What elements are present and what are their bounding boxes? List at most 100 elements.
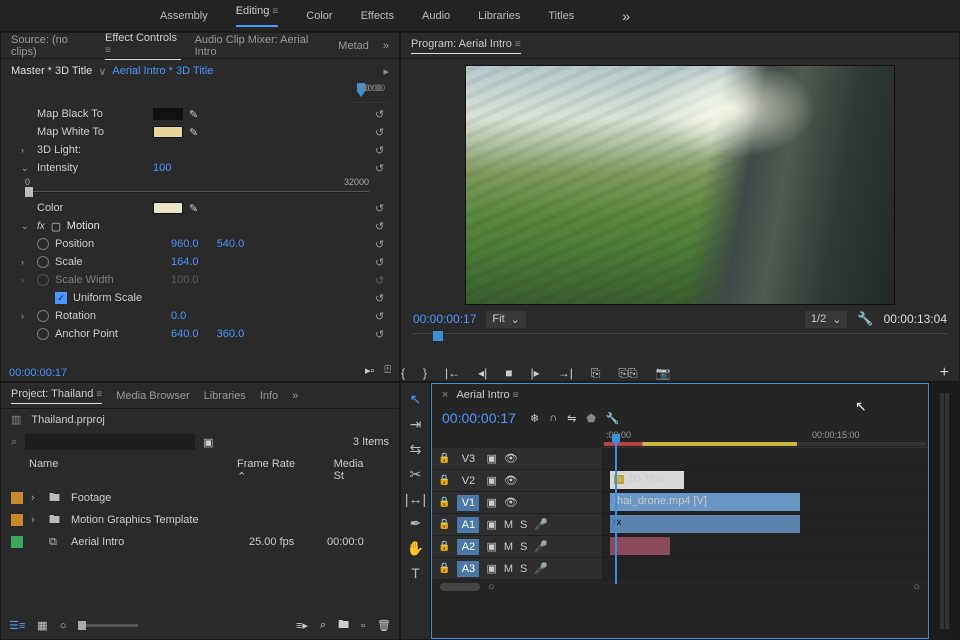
project-item-sequence[interactable]: ⧉Aerial Intro25.00 fps00:00:0 [1, 531, 399, 553]
color-swatch[interactable] [153, 202, 183, 214]
track-v3[interactable]: 🔒V3▣👁 [432, 448, 928, 470]
toggle-output-icon[interactable]: ▣ [486, 474, 496, 487]
position-y[interactable]: 540.0 [217, 238, 245, 250]
track-v2[interactable]: 🔒V2▣👁fx 3D Title [432, 470, 928, 492]
reset-icon[interactable]: ↺ [375, 256, 389, 269]
lock-icon[interactable]: 🔒 [438, 563, 450, 574]
eyedropper-icon[interactable]: ✎ [189, 126, 198, 139]
timeline-settings-icon[interactable]: ○ [913, 581, 920, 593]
step-back-icon[interactable]: ◂| [478, 366, 487, 380]
search-input[interactable] [25, 434, 195, 450]
trash-icon[interactable]: 🗑 [377, 619, 391, 632]
timeline-tc[interactable]: 00:00:00:17 [442, 410, 516, 426]
intensity-value[interactable]: 100 [153, 162, 171, 174]
clip-audio-2[interactable] [610, 537, 670, 555]
ws-titles[interactable]: Titles [548, 10, 574, 22]
collapse-icon[interactable]: ⌄ [21, 221, 31, 232]
ripple-tool-icon[interactable]: ⇆ [410, 441, 422, 458]
lock-icon[interactable]: 🔒 [438, 453, 450, 464]
anchor-y[interactable]: 360.0 [217, 328, 245, 340]
label-color[interactable] [11, 536, 23, 548]
reset-icon[interactable]: ↺ [375, 328, 389, 341]
play-icon[interactable]: |▸ [531, 366, 540, 380]
reset-icon[interactable]: ↺ [375, 238, 389, 251]
col-name[interactable]: Name [29, 458, 201, 483]
program-monitor[interactable] [465, 65, 895, 305]
expand-icon[interactable]: › [21, 145, 31, 155]
close-icon[interactable]: × [442, 389, 448, 401]
mic-icon[interactable]: 🎤 [534, 540, 548, 553]
pen-tool-icon[interactable]: ✒ [410, 515, 422, 532]
toggle-output-icon[interactable]: ▣ [486, 540, 496, 553]
eyedropper-icon[interactable]: ✎ [189, 108, 198, 121]
tab-libraries[interactable]: Libraries [204, 390, 246, 402]
magnet-icon[interactable]: ∩ [549, 412, 557, 425]
search-icon[interactable]: ⌕ [11, 436, 17, 449]
new-bin-icon[interactable]: 🖿 [338, 616, 349, 635]
ws-assembly[interactable]: Assembly [160, 10, 208, 22]
col-mediastart[interactable]: Media St [334, 458, 371, 483]
go-out-icon[interactable]: →| [558, 366, 573, 380]
slip-tool-icon[interactable]: |↔| [405, 491, 426, 507]
ws-editing[interactable]: Editing ≡ [236, 5, 279, 27]
expand-icon[interactable]: › [31, 492, 41, 504]
tab-effect-controls[interactable]: Effect Controls ≡ [105, 32, 181, 60]
ws-audio[interactable]: Audio [422, 10, 450, 22]
rotation-value[interactable]: 0.0 [171, 310, 186, 322]
mic-icon[interactable]: 🎤 [534, 562, 548, 575]
new-item-icon[interactable]: ▫ [361, 620, 365, 632]
list-view-icon[interactable]: ☰≡ [9, 619, 25, 632]
filter-bin-icon[interactable]: ▣ [203, 436, 213, 449]
hand-tool-icon[interactable]: ✋ [407, 540, 424, 557]
clip-audio-linked[interactable]: fx [610, 515, 800, 533]
eyedropper-icon[interactable]: ✎ [189, 202, 198, 215]
reset-icon[interactable]: ↺ [375, 220, 389, 233]
program-tc-left[interactable]: 00:00:00:17 [413, 312, 476, 326]
lock-icon[interactable]: 🔒 [438, 497, 450, 508]
tabs-overflow-icon[interactable]: » [383, 40, 389, 52]
reset-icon[interactable]: ↺ [375, 202, 389, 215]
lock-icon[interactable]: 🔒 [438, 519, 450, 530]
mark-out-icon[interactable]: } [423, 366, 427, 380]
label-color[interactable] [11, 492, 23, 504]
linked-selection-icon[interactable]: ⇋ [567, 412, 576, 425]
toggle-output-icon[interactable]: ▣ [486, 562, 496, 575]
snap-icon[interactable]: ❄ [530, 412, 539, 425]
export-frame-icon[interactable]: ⍐ [384, 364, 391, 377]
tab-audio-mixer[interactable]: Audio Clip Mixer: Aerial Intro [195, 34, 325, 58]
auto-sequence-icon[interactable]: ≡▸ [296, 619, 308, 632]
toggle-output-icon[interactable]: ▣ [486, 452, 496, 465]
lock-icon[interactable]: 🔒 [438, 475, 450, 486]
play-only-icon[interactable]: ▸▫ [365, 364, 374, 377]
tab-project[interactable]: Project: Thailand ≡ [11, 388, 102, 404]
keyframe-toggle[interactable] [37, 256, 49, 268]
selection-tool-icon[interactable]: ↖ [410, 391, 422, 408]
ws-color[interactable]: Color [306, 10, 332, 22]
toggle-output-icon[interactable]: ▣ [486, 518, 496, 531]
ec-timecode[interactable]: 00:00:00:17 [9, 367, 67, 379]
expand-icon[interactable]: › [31, 514, 41, 526]
eye-icon[interactable]: 👁 [504, 496, 518, 509]
track-v1[interactable]: 🔒V1▣👁thai_drone.mp4 [V] [432, 492, 928, 514]
reset-icon[interactable]: ↺ [375, 108, 389, 121]
go-in-icon[interactable]: |← [445, 366, 460, 380]
export-frame-icon[interactable]: 📷 [656, 366, 671, 380]
track-a3[interactable]: 🔒A3▣MS🎤 [432, 558, 928, 580]
collapse-icon[interactable]: ⌄ [21, 163, 31, 174]
type-tool-icon[interactable]: T [411, 565, 420, 581]
tab-program[interactable]: Program: Aerial Intro ≡ [411, 38, 521, 54]
tab-metadata[interactable]: Metad [338, 40, 369, 52]
button-editor-icon[interactable]: + [940, 364, 949, 382]
track-a1[interactable]: 🔒A1▣MS🎤fx [432, 514, 928, 536]
clip-3d-title[interactable]: fx 3D Title [610, 471, 684, 489]
sequence-tab[interactable]: Aerial Intro ≡ [456, 389, 518, 401]
project-item-mogrt[interactable]: ›🖿Motion Graphics Template [1, 509, 399, 531]
expand-icon[interactable]: › [21, 257, 31, 267]
track-select-tool-icon[interactable]: ⇥ [410, 416, 422, 433]
uniform-scale-checkbox[interactable]: ✓ [55, 292, 67, 304]
map-white-swatch[interactable] [153, 126, 183, 138]
icon-view-icon[interactable]: ▦ [37, 619, 47, 632]
position-x[interactable]: 960.0 [171, 238, 199, 250]
settings-icon[interactable]: 🔧 [606, 412, 620, 425]
reset-icon[interactable]: ↺ [375, 126, 389, 139]
